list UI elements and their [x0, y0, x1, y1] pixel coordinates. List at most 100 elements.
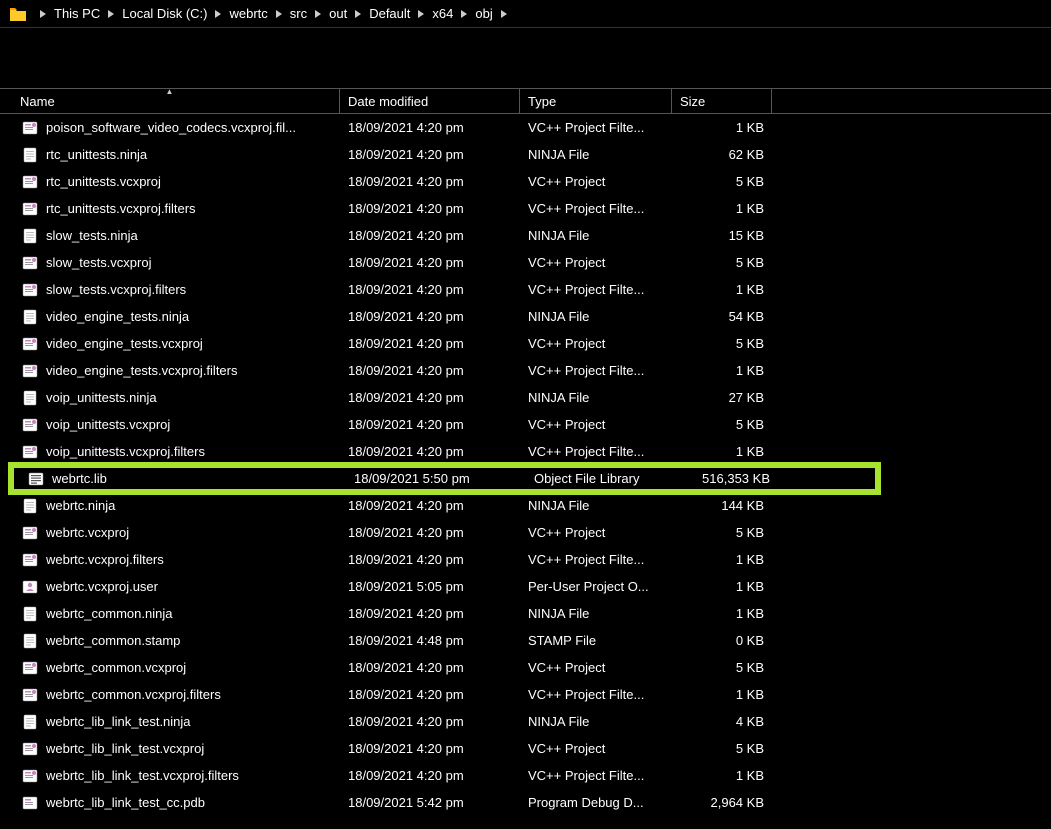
table-row[interactable]: webrtc_common.ninja18/09/2021 4:20 pmNIN… [0, 600, 1051, 627]
table-row[interactable]: voip_unittests.vcxproj.filters18/09/2021… [0, 438, 1051, 465]
table-row[interactable]: poison_software_video_codecs.vcxproj.fil… [0, 114, 1051, 141]
cell-name: webrtc.vcxproj.filters [0, 552, 340, 568]
cell-size: 5 KB [672, 174, 772, 189]
column-header-name[interactable]: Name ▲ [0, 89, 340, 113]
cell-type: VC++ Project [520, 336, 672, 351]
file-icon [22, 579, 38, 595]
cell-type: NINJA File [520, 228, 672, 243]
table-row[interactable]: rtc_unittests.ninja18/09/2021 4:20 pmNIN… [0, 141, 1051, 168]
cell-name: video_engine_tests.vcxproj [0, 336, 340, 352]
table-row[interactable]: video_engine_tests.ninja 18/09/2021 4:20 … [0, 303, 1051, 330]
table-row[interactable]: webrtc_lib_link_test_cc.pdb18/09/2021 5:… [0, 789, 1051, 816]
chevron-right-icon[interactable] [108, 10, 114, 18]
file-name: poison_software_video_codecs.vcxproj.fil… [46, 120, 296, 135]
table-row[interactable]: slow_tests.vcxproj.filters18/09/2021 4:2… [0, 276, 1051, 303]
cell-size: 0 KB [672, 633, 772, 648]
cell-type: VC++ Project Filte... [520, 120, 672, 135]
file-icon [22, 660, 38, 676]
cell-name: video_engine_tests.vcxproj.filters [0, 363, 340, 379]
breadcrumb-segment[interactable]: out [327, 6, 349, 21]
table-row[interactable]: webrtc_common.vcxproj.filters18/09/2021 … [0, 681, 1051, 708]
cell-type: VC++ Project [520, 741, 672, 756]
file-name: slow_tests.vcxproj.filters [46, 282, 186, 297]
table-row[interactable]: webrtc.vcxproj18/09/2021 4:20 pmVC++ Pro… [0, 519, 1051, 546]
file-name: webrtc.vcxproj.user [46, 579, 158, 594]
chevron-right-icon[interactable] [461, 10, 467, 18]
table-row[interactable]: video_engine_tests.vcxproj18/09/2021 4:2… [0, 330, 1051, 357]
cell-size: 144 KB [672, 498, 772, 513]
file-name: webrtc_lib_link_test.vcxproj [46, 741, 204, 756]
cell-name: webrtc_common.stamp [0, 633, 340, 649]
column-header-type[interactable]: Type [520, 89, 672, 113]
table-row[interactable]: webrtc_common.stamp18/09/2021 4:48 pmSTA… [0, 627, 1051, 654]
table-row[interactable]: webrtc_common.vcxproj18/09/2021 4:20 pmV… [0, 654, 1051, 681]
cell-name: webrtc_common.ninja [0, 606, 340, 622]
table-row[interactable]: slow_tests.ninja 18/09/2021 4:20 pmNINJA … [0, 222, 1051, 249]
chevron-right-icon[interactable] [276, 10, 282, 18]
file-name: webrtc_lib_link_test_cc.pdb [46, 795, 205, 810]
table-row[interactable]: webrtc.ninja18/09/2021 4:20 pmNINJA File… [0, 492, 1051, 519]
breadcrumb-segment[interactable]: This PC [52, 6, 102, 21]
cell-date: 18/09/2021 4:20 pm [340, 174, 520, 189]
cell-size: 54 KB [672, 309, 772, 324]
cell-date: 18/09/2021 4:20 pm [340, 660, 520, 675]
table-row[interactable]: webrtc.lib18/09/2021 5:50 pmObject File … [8, 465, 881, 492]
chevron-right-icon[interactable] [215, 10, 221, 18]
chevron-right-icon[interactable] [40, 10, 46, 18]
chevron-right-icon[interactable] [501, 10, 507, 18]
cell-date: 18/09/2021 5:50 pm [346, 471, 526, 486]
address-bar[interactable]: This PC Local Disk (C:) webrtc src out Defaul… [0, 0, 1051, 28]
table-row[interactable]: rtc_unittests.vcxproj.filters18/09/2021 … [0, 195, 1051, 222]
cell-date: 18/09/2021 4:20 pm [340, 309, 520, 324]
cell-name: rtc_unittests.vcxproj.filters [0, 201, 340, 217]
cell-size: 1 KB [672, 768, 772, 783]
column-header-size[interactable]: Size [672, 89, 772, 113]
file-name: slow_tests.ninja [46, 228, 138, 243]
cell-name: webrtc_common.vcxproj [0, 660, 340, 676]
cell-size: 27 KB [672, 390, 772, 405]
breadcrumb-segment[interactable]: Default [367, 6, 412, 21]
column-header-date[interactable]: Date modified [340, 89, 520, 113]
breadcrumb-segment[interactable]: obj [473, 6, 494, 21]
cell-type: NINJA File [520, 714, 672, 729]
table-row[interactable]: voip_unittests.vcxproj18/09/2021 4:20 pm… [0, 411, 1051, 438]
file-name: video_engine_tests.ninja [46, 309, 189, 324]
table-row[interactable]: webrtc_lib_link_test.vcxproj.filters18/0… [0, 762, 1051, 789]
cell-size: 1 KB [672, 120, 772, 135]
table-row[interactable]: video_engine_tests.vcxproj.filters18/09/… [0, 357, 1051, 384]
chevron-right-icon[interactable] [418, 10, 424, 18]
table-row[interactable]: webrtc.vcxproj.filters18/09/2021 4:20 pm… [0, 546, 1051, 573]
cell-type: Per-User Project O... [520, 579, 672, 594]
breadcrumb-segment[interactable]: src [288, 6, 309, 21]
breadcrumb-segment[interactable]: x64 [430, 6, 455, 21]
cell-date: 18/09/2021 4:20 pm [340, 444, 520, 459]
table-row[interactable]: webrtc_lib_link_test.vcxproj 18/09/2021 4… [0, 735, 1051, 762]
cell-date: 18/09/2021 4:20 pm [340, 741, 520, 756]
table-row[interactable]: webrtc_lib_link_test.ninja18/09/2021 4:2… [0, 708, 1051, 735]
file-icon [22, 174, 38, 190]
cell-date: 18/09/2021 4:20 pm [340, 120, 520, 135]
chevron-right-icon[interactable] [355, 10, 361, 18]
cell-date: 18/09/2021 4:20 pm [340, 498, 520, 513]
breadcrumb-segment[interactable]: Local Disk (C:) [120, 6, 209, 21]
cell-date: 18/09/2021 4:20 pm [340, 768, 520, 783]
cell-date: 18/09/2021 4:20 pm [340, 228, 520, 243]
table-row[interactable]: rtc_unittests.vcxproj18/09/2021 4:20 pmV… [0, 168, 1051, 195]
cell-size: 5 KB [672, 525, 772, 540]
table-row[interactable]: webrtc.vcxproj.user18/09/2021 5:05 pmPer… [0, 573, 1051, 600]
cell-name: rtc_unittests.vcxproj [0, 174, 340, 190]
file-icon [22, 714, 38, 730]
cell-date: 18/09/2021 4:20 pm [340, 201, 520, 216]
cell-name: webrtc_lib_link_test_cc.pdb [0, 795, 340, 811]
cell-size: 4 KB [672, 714, 772, 729]
file-name: webrtc_common.vcxproj.filters [46, 687, 221, 702]
file-icon [22, 201, 38, 217]
breadcrumb-segment[interactable]: webrtc [227, 6, 269, 21]
file-icon [22, 444, 38, 460]
table-row[interactable]: slow_tests.vcxproj18/09/2021 4:20 pmVC++… [0, 249, 1051, 276]
table-row[interactable]: voip_unittests.ninja18/09/2021 4:20 pmNI… [0, 384, 1051, 411]
file-icon [22, 552, 38, 568]
file-icon [22, 741, 38, 757]
cell-name: webrtc_lib_link_test.vcxproj [0, 741, 340, 757]
chevron-right-icon[interactable] [315, 10, 321, 18]
